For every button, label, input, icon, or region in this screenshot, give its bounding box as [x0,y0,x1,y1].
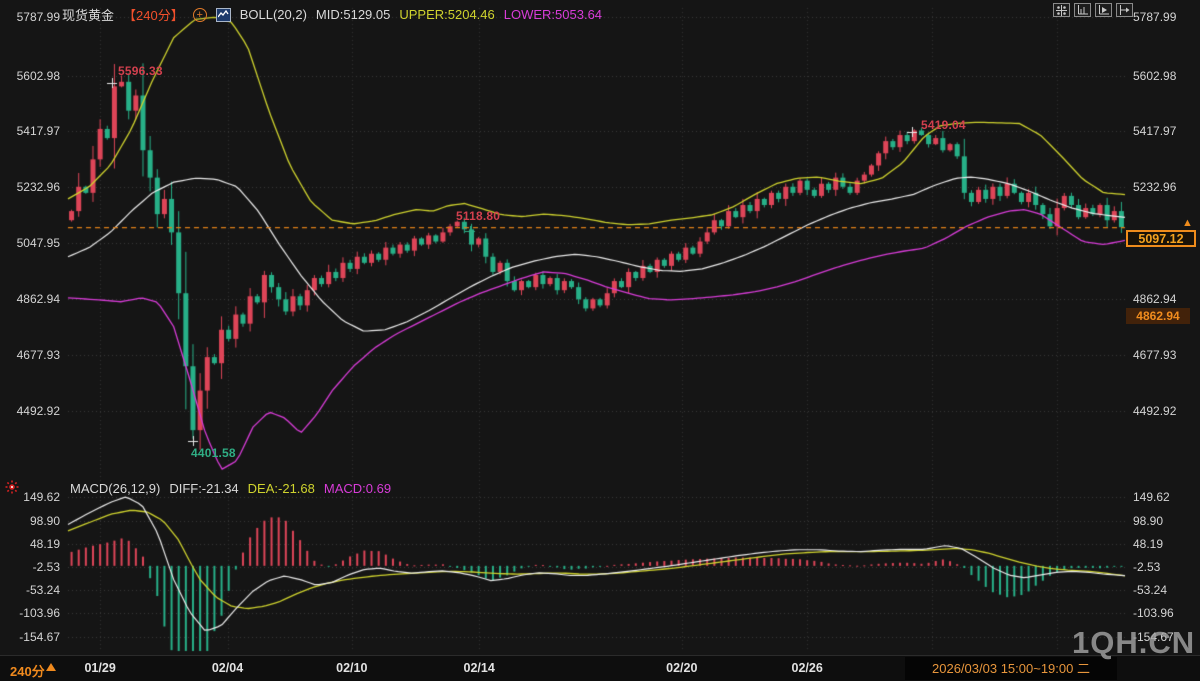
macd-axis-label-left: -103.96 [0,606,60,620]
date-tick-label: 02/14 [464,661,495,675]
symbol-name[interactable]: 现货黄金 [62,5,114,24]
macd-axis-label-right: -103.96 [1133,606,1174,620]
price-axis-label-right: 4492.92 [1133,404,1176,418]
date-tick-label: 02/10 [336,661,367,675]
price-axis-label-right: 5417.97 [1133,124,1176,138]
price-axis-label-right: 5602.98 [1133,69,1176,83]
date-tick-label: 02/20 [666,661,697,675]
chart-header: 现货黄金 【240分】 + BOLL(20,2) MID:5129.05 UPP… [62,5,602,24]
chart-canvas[interactable] [0,0,1200,655]
trading-chart-app: 现货黄金 【240分】 + BOLL(20,2) MID:5129.05 UPP… [0,0,1200,681]
current-price-tag[interactable]: 5097.12 [1126,230,1196,247]
macd-axis-label-right: 48.19 [1133,537,1163,551]
macd-axis-label-right: -53.24 [1133,583,1167,597]
date-tick-label: 01/29 [84,661,115,675]
macd-header: MACD(26,12,9) DIFF:-21.34 DEA:-21.68 MAC… [70,481,391,496]
pan-crosshair-icon[interactable] [1053,3,1070,17]
price-annotation: 5118.80 [456,209,500,223]
macd-axis-label-right: -2.53 [1133,560,1160,574]
indicator-settings-icon[interactable] [5,480,19,499]
price-axis-label-left: 4677.93 [0,348,60,362]
boll-lower-value: LOWER:5053.64 [504,7,602,22]
chart-toolbar [1053,3,1133,17]
boll-mid-value: MID:5129.05 [316,7,390,22]
price-axis-label-left: 5417.97 [0,124,60,138]
macd-dea-value: DEA:-21.68 [248,481,315,496]
time-axis-bar: 240分 01/2902/0402/1002/1402/2002/26 2026… [0,655,1200,681]
boll-upper-value: UPPER:5204.46 [399,7,494,22]
price-axis-label-right: 4862.94 [1133,292,1176,306]
playback-icon[interactable] [1095,3,1112,17]
price-annotation: 5419.04 [921,118,966,132]
price-axis-label-left: 5047.95 [0,236,60,250]
macd-axis-label-right: 149.62 [1133,490,1170,504]
price-axis-label-left: 4862.94 [0,292,60,306]
price-axis-label-left: 5602.98 [0,69,60,83]
macd-axis-label-left: 98.90 [0,514,60,528]
macd-axis-label-left: -53.24 [0,583,60,597]
macd-axis-label-left: 48.19 [0,537,60,551]
price-annotation: 4401.58 [191,446,236,460]
price-annotation: 5596.33 [118,64,163,78]
macd-axis-label-right: 98.90 [1133,514,1163,528]
date-tick-label: 02/26 [792,661,823,675]
kline-style-icon[interactable] [216,8,231,22]
timeframe-label[interactable]: 【240分】 [123,5,184,24]
y-axis-scale-icon[interactable] [1074,3,1091,17]
boll-label[interactable]: BOLL(20,2) [240,7,307,22]
date-tick-label: 02/04 [212,661,243,675]
macd-diff-value: DIFF:-21.34 [169,481,238,496]
scroll-to-latest-icon[interactable] [1116,3,1133,17]
prev-close-tag: 4862.94 [1126,308,1190,324]
price-axis-label-left: 4492.92 [0,404,60,418]
price-axis-label-right: 5232.96 [1133,180,1176,194]
macd-label[interactable]: MACD(26,12,9) [70,481,160,496]
price-axis-label-right: 4677.93 [1133,348,1176,362]
macd-macd-value: MACD:0.69 [324,481,391,496]
price-axis-label-left: 5787.99 [0,10,60,24]
site-watermark: 1QH.CN [1072,625,1195,661]
macd-axis-label-left: -2.53 [0,560,60,574]
timeframe-up-triangle-icon[interactable] [46,663,56,671]
bottom-timeframe-label[interactable]: 240分 [10,661,45,680]
price-up-arrow-icon: ▲ [1182,218,1193,228]
add-indicator-icon[interactable]: + [193,8,207,22]
price-axis-label-right: 5787.99 [1133,10,1176,24]
macd-axis-label-left: -154.67 [0,630,60,644]
price-axis-label-left: 5232.96 [0,180,60,194]
